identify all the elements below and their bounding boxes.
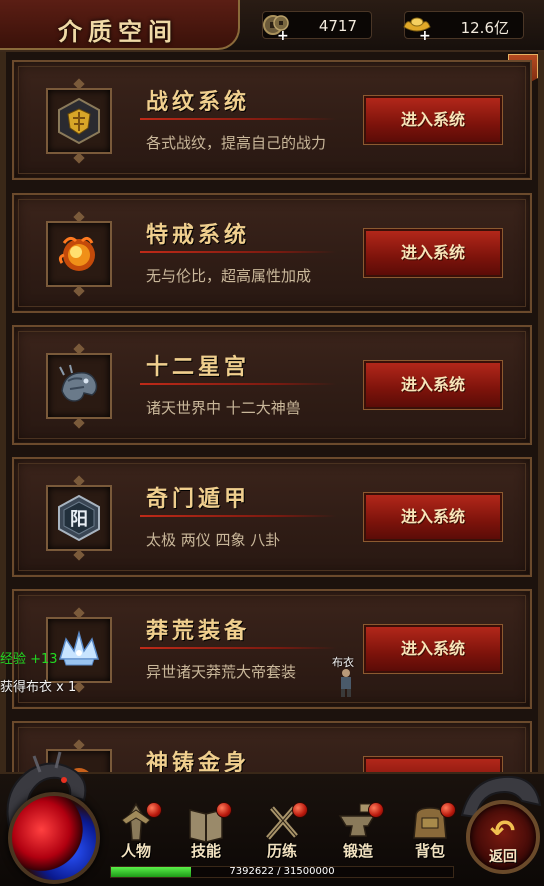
system-card-wild-equipment: 莽荒装备 异世诸天莽荒大帝套装 进入系统 — [12, 589, 532, 709]
card-title: 战纹系统 — [146, 89, 251, 115]
menu-button-character[interactable]: 人物 — [108, 800, 164, 862]
notification-dot — [216, 802, 232, 818]
notification-dot — [146, 802, 162, 818]
top-bar: 介质空间 + 4717 + 12.6亿 — [0, 0, 544, 52]
card-description: 异世诸天莽荒大帝套装 — [146, 663, 297, 681]
enter-system-button[interactable]: 进入系统 — [363, 360, 503, 410]
card-description: 诸天世界中 十二大神兽 — [146, 399, 301, 417]
add-ingot-icon[interactable]: + — [419, 28, 431, 44]
page-title: 介质空间 — [58, 17, 178, 46]
enter-system-button[interactable]: 进入系统 — [363, 228, 503, 278]
title-divider — [140, 515, 336, 517]
menu-button-skill[interactable]: 技能 — [178, 800, 234, 862]
coin-counter[interactable]: + 4717 — [262, 11, 372, 44]
enter-system-button[interactable]: 进入系统 — [363, 624, 503, 674]
ingot-value: 12.6亿 — [460, 19, 509, 37]
card-title: 十二星宫 — [146, 354, 251, 380]
title-divider — [140, 118, 336, 120]
player-character-icon[interactable] — [336, 668, 356, 698]
notification-dot — [440, 802, 456, 818]
system-card-twelve-palaces: 十二星宫 诸天世界中 十二大神兽 进入系统 — [12, 325, 532, 445]
menu-button-training[interactable]: 历练 — [254, 800, 310, 862]
enter-system-button[interactable]: 进入系统 — [363, 95, 503, 145]
yang-hexagon-icon: 阳 — [58, 494, 100, 542]
exp-gain-text: 经验 +13 — [0, 652, 58, 667]
return-arrow-icon: ↶ — [490, 814, 516, 849]
fire-ring-icon — [58, 236, 95, 271]
enter-system-button[interactable]: 进入系统 — [363, 492, 503, 542]
menu-button-bag[interactable]: 背包 — [402, 800, 458, 862]
card-title: 特戒系统 — [146, 222, 251, 248]
title-divider — [140, 251, 336, 253]
card-icon-frame: 阳 — [46, 485, 112, 551]
card-icon-frame — [46, 88, 112, 154]
menu-label: 锻造 — [342, 842, 373, 860]
card-title: 莽荒装备 — [146, 618, 251, 644]
notification-dot — [292, 802, 308, 818]
xp-text: 7392622 / 31500000 — [229, 866, 335, 877]
menu-label: 背包 — [414, 842, 445, 860]
card-description: 太极 两仪 四象 八卦 — [146, 531, 281, 549]
card-title: 奇门遁甲 — [146, 486, 251, 512]
system-card-qimen-dunjia: 阳 奇门遁甲 太极 两仪 四象 八卦 进入系统 — [12, 457, 532, 577]
ingot-counter[interactable]: + 12.6亿 — [403, 11, 524, 44]
notification-dot — [368, 802, 384, 818]
menu-label: 技能 — [190, 842, 221, 860]
menu-button-forge[interactable]: 锻造 — [330, 800, 386, 862]
title-plate: 介质空间 — [0, 0, 240, 50]
card-description: 无与伦比，超高属性加成 — [146, 267, 312, 285]
add-coin-icon[interactable]: + — [277, 28, 289, 44]
system-card-battle-pattern: 战纹系统 各式战纹，提高自己的战力 进入系统 — [12, 60, 532, 180]
battle-emblem-icon — [58, 97, 100, 145]
card-icon-frame — [46, 353, 112, 419]
title-divider — [140, 647, 336, 649]
menu-label: 人物 — [120, 842, 151, 860]
coin-value: 4717 — [318, 17, 357, 35]
svg-text:阳: 阳 — [70, 509, 88, 530]
menu-label: 历练 — [266, 842, 297, 860]
return-button[interactable]: ↶ 返回 — [466, 800, 540, 874]
card-description: 各式战纹，提高自己的战力 — [146, 134, 327, 152]
title-divider — [140, 383, 336, 385]
return-label: 返回 — [489, 849, 517, 865]
dragon-head-icon — [59, 364, 98, 402]
crystal-crown-icon — [58, 630, 100, 666]
item-obtained-text: 获得布衣 x 1 — [0, 680, 77, 695]
hp-mp-orb — [8, 792, 100, 884]
system-card-special-ring: 特戒系统 无与伦比，超高属性加成 进入系统 — [12, 193, 532, 313]
card-icon-frame — [46, 221, 112, 287]
